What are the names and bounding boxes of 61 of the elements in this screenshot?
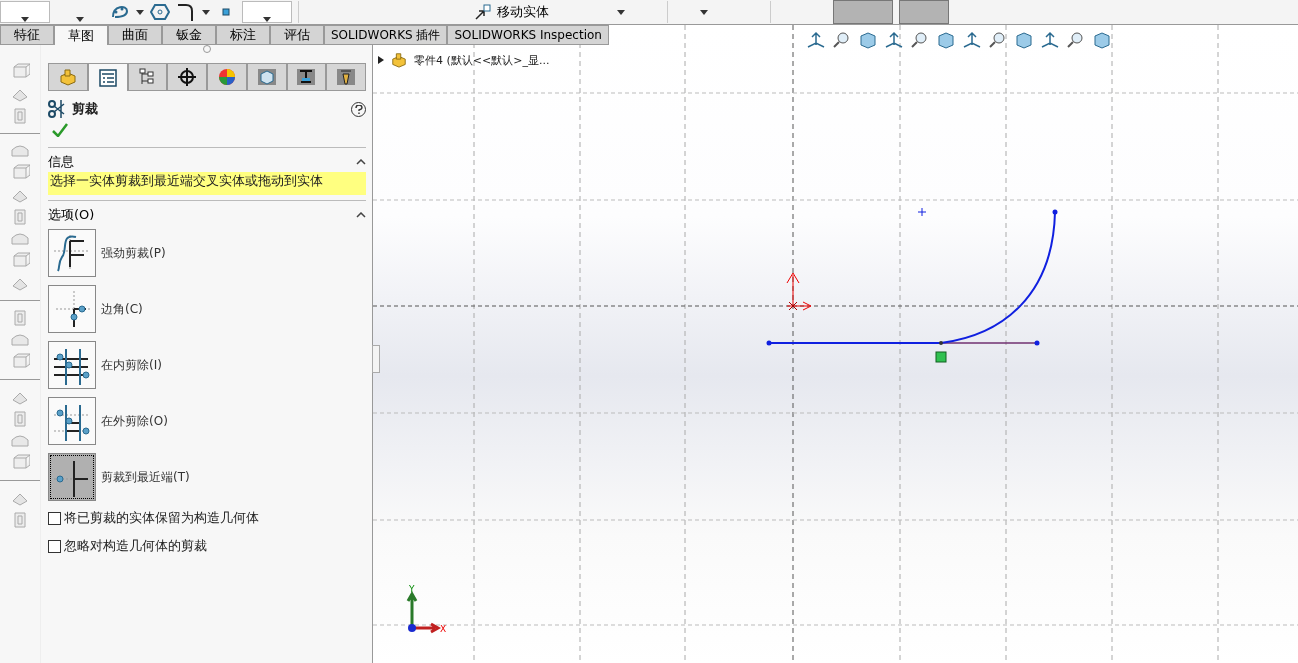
checkbox[interactable] — [48, 539, 61, 553]
trim-mode-label: 在外剪除(O) — [101, 412, 168, 430]
caret-icon — [21, 17, 29, 22]
options-section-header[interactable]: 选项(O) — [48, 207, 366, 223]
trim-mode-button[interactable] — [48, 341, 96, 389]
trim-mode-label: 剪裁到最近端(T) — [101, 468, 190, 486]
feature-title: 剪裁 — [72, 100, 99, 118]
trim-mode-label: 强劲剪裁(P) — [101, 244, 166, 262]
scissors-icon — [48, 100, 66, 118]
trim-mode-button[interactable] — [48, 453, 96, 501]
feature-tree-item[interactable]: 零件4 (默认<<默认>_显... — [414, 52, 550, 68]
normal-to-icon[interactable] — [806, 31, 826, 49]
checkbox-label: 忽略对构造几何体的剪裁 — [64, 537, 207, 555]
dropdown-field[interactable] — [242, 1, 292, 23]
sketch-line[interactable] — [766, 340, 942, 346]
caret-icon — [263, 17, 271, 22]
cube-icon — [256, 68, 277, 86]
checkbox[interactable] — [48, 511, 61, 525]
sketch-arc[interactable] — [939, 209, 1058, 345]
ribbon-tab[interactable]: 评估 — [270, 25, 324, 45]
trim-mode-label: 在内剪除(I) — [101, 356, 162, 374]
caret-icon — [136, 9, 144, 15]
ribbon-tab[interactable]: 钣金 — [162, 25, 216, 45]
center-point-icon — [917, 207, 927, 217]
axis-triad-drawing: Y X — [405, 585, 455, 635]
hexagon-icon[interactable] — [150, 3, 170, 21]
origin-icon — [786, 272, 812, 311]
part-icon — [57, 68, 78, 86]
panel-collapse-handle[interactable] — [372, 345, 380, 373]
ok-check-icon[interactable] — [52, 123, 68, 137]
caret-icon — [700, 9, 708, 15]
move-entity-button[interactable]: 移动实体 — [471, 1, 611, 23]
trim-mode-label: 边角(C) — [101, 300, 143, 318]
part-icon — [390, 52, 408, 68]
drill-icon — [336, 68, 357, 86]
info-section-header[interactable]: 信息 — [48, 154, 366, 170]
manager-tab[interactable] — [286, 63, 327, 90]
ribbon-tab[interactable]: 曲面 — [108, 25, 162, 45]
ribbon-tab[interactable]: 标注 — [216, 25, 270, 45]
dropdown-field[interactable] — [0, 1, 50, 23]
caret-icon — [617, 9, 625, 15]
ribbon-tab[interactable]: 草图 — [54, 25, 108, 45]
move-arrow-icon — [475, 4, 491, 20]
checkbox-label: 将已剪裁的实体保留为构造几何体 — [64, 509, 259, 527]
relation-icon — [935, 351, 947, 363]
manager-tab[interactable] — [167, 63, 207, 90]
color-ball-icon — [216, 68, 237, 86]
trim-mode-button[interactable] — [48, 229, 96, 277]
zoom-fit-icon[interactable] — [832, 31, 852, 49]
ribbon-tab[interactable]: SOLIDWORKS 插件 — [324, 25, 448, 45]
caret-icon — [76, 17, 84, 22]
ribbon-tab[interactable]: SOLIDWORKS Inspection — [447, 25, 609, 45]
info-message: 选择一实体剪裁到最近端交叉实体或拖动到实体 — [48, 172, 366, 195]
spline-icon[interactable] — [110, 3, 130, 21]
fillet-icon[interactable] — [176, 3, 196, 21]
ribbon-tab[interactable]: 特征 — [0, 25, 54, 45]
list-icon — [97, 68, 118, 87]
machine-icon — [296, 68, 317, 86]
caret-icon — [202, 9, 210, 15]
crosshair-icon — [177, 68, 198, 86]
expand-arrow-icon[interactable] — [378, 56, 384, 64]
